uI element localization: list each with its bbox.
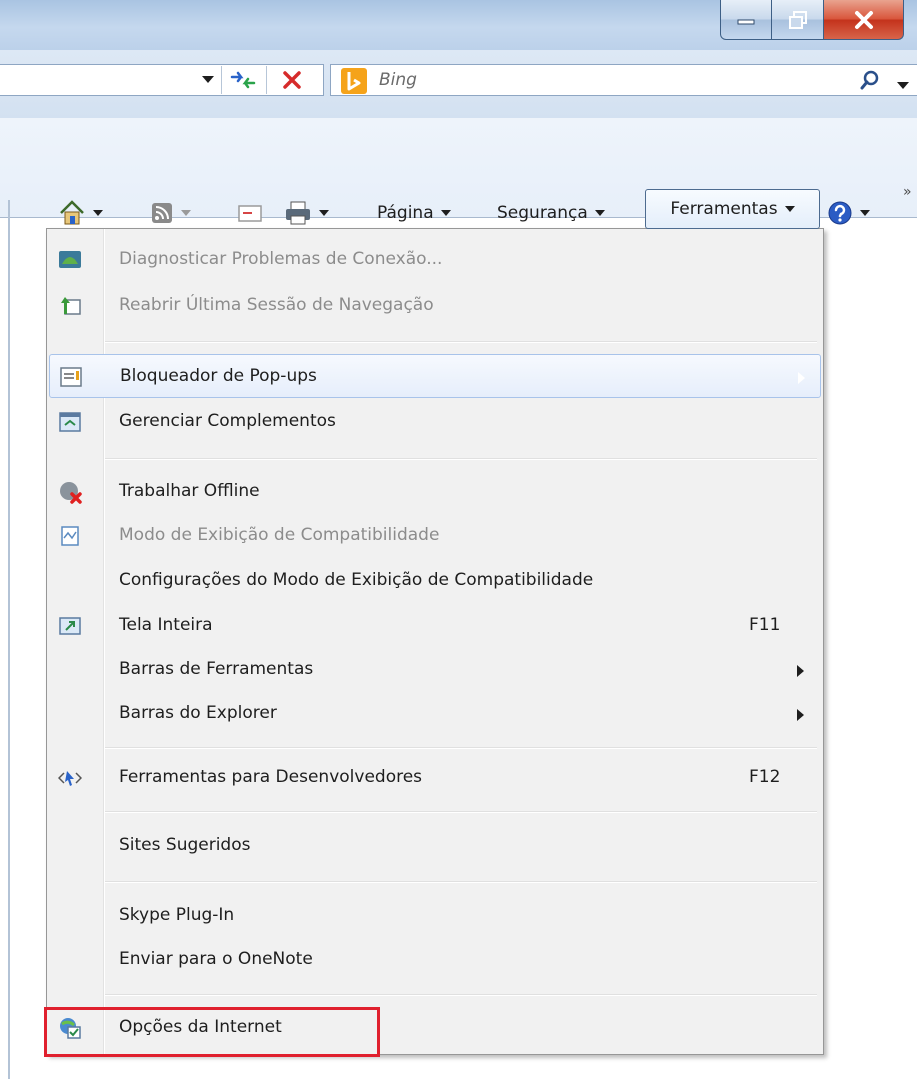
help-button[interactable] xyxy=(827,198,870,228)
menu-item-label: Bloqueador de Pop-ups xyxy=(120,366,317,386)
menu-item-trabalhar-offline[interactable]: Trabalhar Offline xyxy=(49,470,821,514)
offline-icon xyxy=(60,482,82,504)
tools-menu-button[interactable]: Ferramentas xyxy=(645,189,820,229)
print-icon xyxy=(286,201,310,225)
restore-icon xyxy=(788,10,807,29)
page-menu-button[interactable]: Página xyxy=(377,198,451,228)
menu-item-gerenciar-complementos[interactable]: Gerenciar Complementos xyxy=(49,400,821,444)
search-dropdown-button[interactable] xyxy=(897,75,909,95)
menu-separator xyxy=(105,341,817,343)
window-controls xyxy=(720,0,904,40)
submenu-arrow-icon xyxy=(797,665,804,677)
refresh-icon xyxy=(230,71,256,89)
menu-separator xyxy=(105,811,817,813)
minimize-button[interactable] xyxy=(720,0,772,40)
addons-icon xyxy=(59,412,81,432)
menu-separator xyxy=(105,994,817,996)
chevron-down-icon xyxy=(202,76,214,83)
toolbar-overflow-chevron-icon[interactable]: » xyxy=(903,184,912,200)
submenu-arrow-icon xyxy=(798,372,805,384)
network-diagnose-icon xyxy=(59,251,81,268)
compatibility-icon xyxy=(61,526,79,546)
menu-item-label: Gerenciar Complementos xyxy=(119,411,336,431)
developer-tools-icon xyxy=(58,771,82,786)
content-border xyxy=(8,200,10,1079)
menu-item-diagnosticar-problemas[interactable]: Diagnosticar Problemas de Conexão... xyxy=(49,238,821,282)
menu-separator xyxy=(105,881,817,883)
page-menu-label: Página xyxy=(377,203,434,223)
help-icon xyxy=(828,201,852,225)
mail-icon xyxy=(238,205,262,222)
submenu-arrow-icon xyxy=(797,709,804,721)
stop-button[interactable] xyxy=(268,64,316,96)
menu-item-label: Skype Plug-In xyxy=(119,905,235,925)
chevron-down-icon xyxy=(181,210,191,216)
menu-item-label: Sites Sugeridos xyxy=(119,835,251,855)
chevron-down-icon xyxy=(319,210,329,216)
menu-item-tela-inteira[interactable]: Tela Inteira F11 xyxy=(49,604,821,648)
shortcut-label: F12 xyxy=(749,767,781,787)
menu-item-configuracoes-compatibilidade[interactable]: Configurações do Modo de Exibição de Com… xyxy=(49,559,821,603)
menu-item-label: Barras de Ferramentas xyxy=(119,659,314,679)
chevron-down-icon xyxy=(860,210,870,216)
menu-item-barras-do-explorer[interactable]: Barras do Explorer xyxy=(49,692,821,736)
home-button[interactable] xyxy=(58,198,103,228)
safety-menu-label: Segurança xyxy=(497,203,588,223)
menu-item-barras-de-ferramentas[interactable]: Barras de Ferramentas xyxy=(49,648,821,692)
title-bar xyxy=(0,0,917,50)
minimize-icon xyxy=(737,19,755,24)
menu-item-reabrir-sessao[interactable]: Reabrir Última Sessão de Navegação xyxy=(49,284,821,328)
menu-item-ferramentas-desenvolvedores[interactable]: Ferramentas para Desenvolvedores F12 xyxy=(49,756,821,800)
shortcut-label: F11 xyxy=(749,615,781,635)
refresh-button[interactable] xyxy=(222,64,264,96)
chevron-down-icon xyxy=(440,210,451,216)
menu-item-label: Configurações do Modo de Exibição de Com… xyxy=(119,570,594,590)
print-button[interactable] xyxy=(284,198,329,228)
tools-menu-label: Ferramentas xyxy=(670,199,778,219)
chevron-down-icon xyxy=(784,206,795,212)
menu-item-label: Barras do Explorer xyxy=(119,703,277,723)
menu-item-modo-compatibilidade[interactable]: Modo de Exibição de Compatibilidade xyxy=(49,514,821,558)
search-box[interactable]: Bing xyxy=(330,64,917,96)
divider xyxy=(266,66,267,94)
address-dropdown-button[interactable] xyxy=(195,64,221,96)
menu-separator xyxy=(105,747,817,749)
chevron-down-icon xyxy=(594,210,605,216)
popup-blocker-icon xyxy=(60,367,82,387)
search-provider-label: Bing xyxy=(379,70,417,90)
read-mail-button[interactable] xyxy=(237,198,263,228)
menu-item-bloqueador-popups[interactable]: Bloqueador de Pop-ups xyxy=(49,354,821,398)
menu-separator xyxy=(105,458,817,460)
menu-item-label: Trabalhar Offline xyxy=(119,481,260,501)
menu-item-sites-sugeridos[interactable]: Sites Sugeridos xyxy=(49,824,821,868)
menu-item-enviar-onenote[interactable]: Enviar para o OneNote xyxy=(49,938,821,982)
close-icon xyxy=(854,10,873,29)
search-icon[interactable] xyxy=(859,69,881,96)
chevron-down-icon xyxy=(93,210,103,216)
chevron-down-icon xyxy=(897,82,909,89)
menu-item-label: Modo de Exibição de Compatibilidade xyxy=(119,525,440,545)
maximize-button[interactable] xyxy=(772,0,824,40)
menu-item-label: Tela Inteira xyxy=(119,615,213,635)
reopen-session-icon xyxy=(61,297,81,315)
bing-logo-icon xyxy=(341,68,367,94)
rss-feed-icon xyxy=(152,203,172,223)
highlight-box xyxy=(44,1007,380,1057)
menu-item-label: Reabrir Última Sessão de Navegação xyxy=(119,295,434,315)
address-bar: Bing xyxy=(0,50,917,118)
safety-menu-button[interactable]: Segurança xyxy=(497,198,605,228)
menu-item-label: Diagnosticar Problemas de Conexão... xyxy=(119,249,443,269)
stop-icon xyxy=(283,71,301,89)
feeds-button[interactable] xyxy=(150,198,191,228)
tools-dropdown-menu: Diagnosticar Problemas de Conexão... Rea… xyxy=(46,228,824,1055)
menu-item-label: Ferramentas para Desenvolvedores xyxy=(119,767,423,787)
home-icon xyxy=(60,200,84,225)
menu-item-skype-plugin[interactable]: Skype Plug-In xyxy=(49,894,821,938)
fullscreen-icon xyxy=(59,617,81,635)
close-button[interactable] xyxy=(824,0,904,40)
menu-item-label: Enviar para o OneNote xyxy=(119,949,313,969)
